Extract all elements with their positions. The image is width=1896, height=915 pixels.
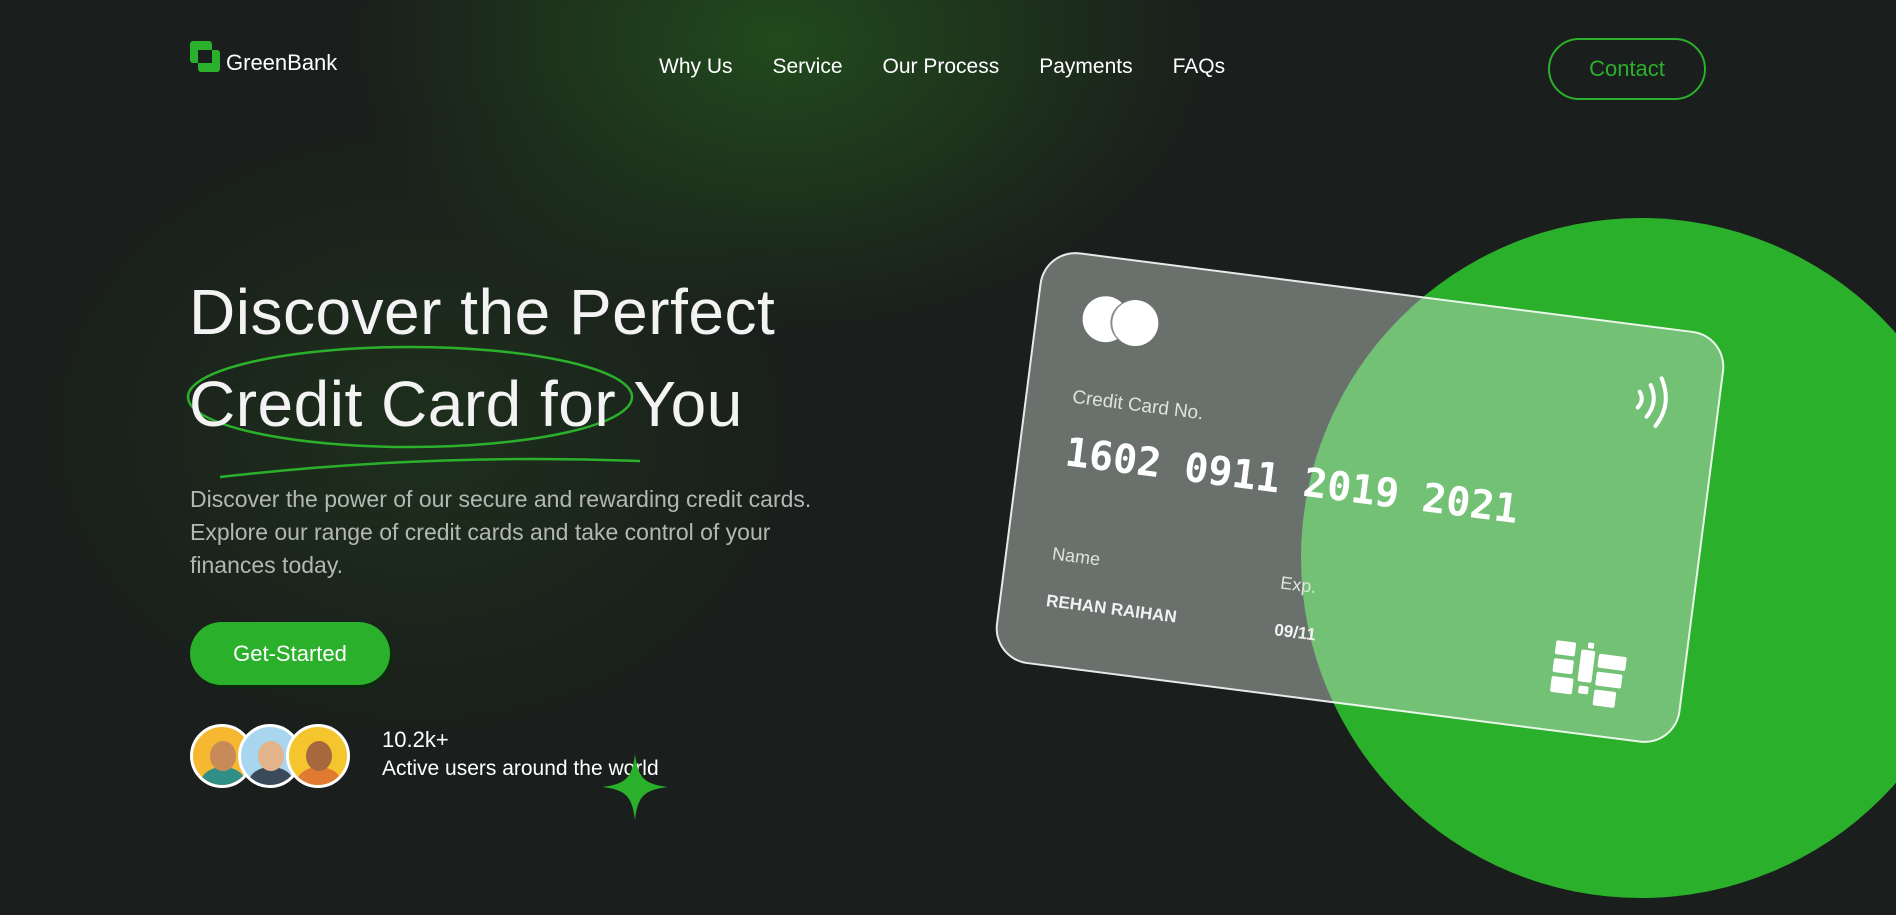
card-number-label: Credit Card No. [1071, 386, 1205, 425]
nav-item-faqs[interactable]: FAQs [1173, 55, 1226, 79]
expiry-value: 09/11 [1273, 620, 1317, 645]
card-number-group-3: 2019 [1300, 459, 1402, 518]
hero-description: Discover the power of our secure and rew… [190, 486, 812, 578]
user-avatars [190, 724, 350, 788]
avatar [286, 724, 350, 788]
credit-card: Credit Card No. 1602 0911 2019 2021 Name… [991, 247, 1729, 748]
active-users-count: 10.2k+ [382, 727, 449, 752]
nav-item-our-process[interactable]: Our Process [883, 55, 1000, 79]
nav-item-service[interactable]: Service [773, 55, 843, 79]
mastercard-icon [1079, 293, 1165, 351]
card-number-group-4: 2021 [1419, 475, 1521, 533]
chip-icon [1550, 640, 1627, 708]
expiry-label: Exp. [1279, 572, 1318, 598]
nav-item-why-us[interactable]: Why Us [659, 55, 733, 79]
card-number-group-1: 1602 [1062, 429, 1164, 488]
hero-title-line-2: Credit Card for You [189, 368, 743, 440]
brand-name: GreenBank [226, 50, 338, 75]
contactless-icon [1635, 376, 1668, 428]
main-nav: Why Us Service Our Process Payments FAQs [659, 55, 1225, 79]
brand-logo[interactable]: GreenBank [190, 38, 337, 76]
hero-title-line-1: Discover the Perfect [189, 276, 776, 348]
nav-item-payments[interactable]: Payments [1039, 55, 1132, 79]
cardholder-name-label: Name [1051, 543, 1102, 570]
cardholder-name-value: REHAN RAIHAN [1045, 591, 1178, 627]
greenbank-logo-icon [190, 41, 220, 73]
card-number-group-2: 0911 [1181, 444, 1283, 503]
get-started-button[interactable]: Get-Started [190, 622, 390, 685]
contact-button[interactable]: Contact [1548, 38, 1706, 100]
sparkle-star-icon [602, 754, 668, 820]
